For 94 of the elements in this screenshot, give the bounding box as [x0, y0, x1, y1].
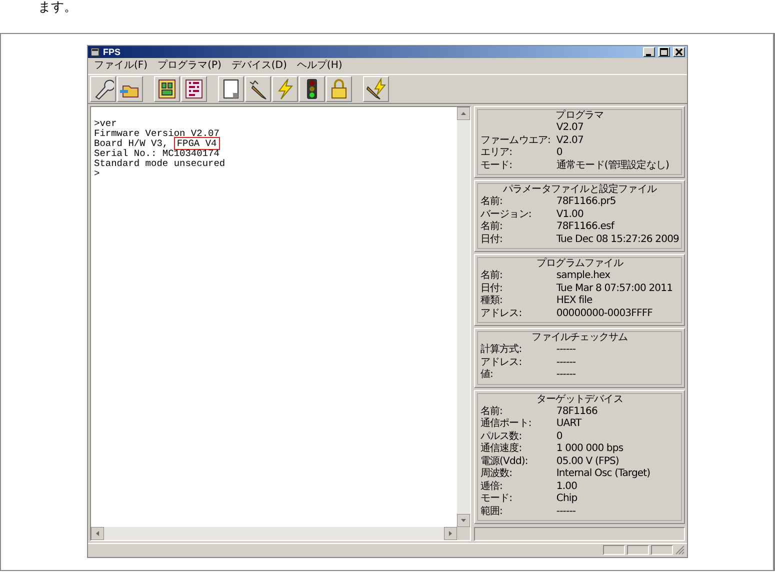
toolbar-button[interactable]	[154, 76, 180, 102]
toolbar-button[interactable]	[245, 76, 271, 102]
field-label: 種類:	[480, 295, 504, 308]
app-icon	[90, 47, 100, 57]
field-label: 名前:	[480, 406, 504, 418]
field-value: UART	[556, 418, 582, 430]
field-value: sample.hex	[556, 270, 610, 282]
field-label: パルス数:	[480, 430, 523, 442]
scroll-down-icon[interactable]	[457, 514, 470, 527]
highlighted-text: FPGA V4	[174, 137, 220, 150]
field-label: 日付:	[480, 234, 504, 246]
binary-file-icon	[183, 78, 205, 100]
field-value: V2.07	[556, 122, 584, 134]
field-label: 電源(Vdd):	[480, 456, 529, 468]
field-value: Tue Dec 08 15:27:26 2009	[556, 234, 679, 246]
toolbar-button[interactable]	[218, 76, 244, 102]
field-label: アドレス:	[480, 356, 523, 369]
field-label: 日付:	[480, 282, 504, 294]
toolbar-button[interactable]	[326, 76, 352, 102]
field-label: バージョン:	[480, 208, 532, 221]
console-line: Board H/W V3,	[94, 138, 170, 149]
field-label: 通信ポート:	[480, 418, 532, 430]
field-label: 周波数:	[480, 468, 514, 480]
resize-grip-icon	[675, 545, 685, 555]
menu-item[interactable]: プログラマ(P)	[158, 59, 222, 73]
group-title: プログラマ	[554, 110, 605, 122]
console-line: >ver	[94, 118, 117, 129]
field-value: 05.00 V (FPS)	[556, 456, 619, 468]
toolbar-button[interactable]	[90, 76, 116, 102]
field-value: V2.07	[556, 134, 584, 147]
toolbar-button[interactable]	[363, 76, 389, 102]
field-value: 通常モード(管理設定なし)	[556, 160, 669, 172]
field-value: ------	[556, 369, 576, 382]
field-value: 1.00	[556, 480, 578, 493]
horizontal-scrollbar[interactable]	[91, 527, 458, 540]
maximize-button[interactable]	[658, 47, 670, 57]
minimize-button[interactable]	[643, 47, 655, 57]
menu-item[interactable]: デバイス(D)	[231, 59, 287, 73]
group-title: パラメータファイルと設定ファイル	[502, 184, 658, 196]
group-title: プログラムファイル	[535, 258, 624, 270]
field-value: ------	[556, 344, 576, 356]
console-line: Serial No.: MC10340174	[94, 148, 220, 159]
field-label: 名前:	[480, 196, 504, 208]
field-value: 78F1166.esf	[556, 221, 614, 234]
group-title: ターゲットデバイス	[535, 394, 624, 406]
scroll-right-icon[interactable]	[444, 527, 458, 540]
chip-icon	[156, 78, 178, 100]
field-label: アドレス:	[480, 308, 523, 320]
field-label: 逓倍:	[480, 480, 504, 493]
status-pane	[651, 545, 673, 555]
field-value: 00000000-0003FFFF	[556, 308, 653, 320]
field-value: 78F1166	[556, 406, 598, 418]
pencil-lightning-icon	[365, 78, 387, 100]
field-label: モード:	[480, 160, 514, 172]
console-line: Firmware Version V2.07	[94, 128, 220, 139]
field-value: 78F1166.pr5	[556, 196, 616, 208]
close-icon	[675, 48, 683, 56]
field-label: 名前:	[480, 221, 504, 234]
menu-item[interactable]: ヘルプ(H)	[296, 59, 342, 73]
status-pane	[603, 545, 625, 555]
field-value: V1.00	[556, 208, 584, 221]
pencil-icon	[247, 78, 269, 100]
intro-text: ます。	[37, 0, 78, 17]
field-label: 値:	[480, 369, 494, 382]
scroll-up-icon[interactable]	[457, 107, 470, 120]
field-label: モード:	[480, 493, 514, 506]
field-label: 名前:	[480, 270, 504, 282]
window-title: FPS	[103, 47, 121, 57]
field-value: Tue Mar 8 07:57:00 2011	[556, 282, 673, 295]
field-value: ------	[556, 506, 576, 518]
field-value: 0	[556, 147, 562, 160]
toolbar-button[interactable]	[299, 76, 325, 102]
maximize-icon	[660, 48, 668, 56]
group-title: ファイルチェックサム	[530, 332, 629, 344]
scroll-left-icon[interactable]	[91, 527, 104, 540]
console-line: >	[94, 168, 100, 179]
field-label: 計算方式:	[480, 344, 523, 356]
field-value: Chip	[556, 493, 578, 506]
field-label: エリア:	[480, 147, 514, 160]
toolbar-button[interactable]	[181, 76, 207, 102]
field-value: ------	[556, 356, 576, 369]
field-value: HEX file	[556, 295, 592, 308]
field-value: 0	[556, 430, 562, 443]
field-value: Internal Osc (Target)	[556, 468, 650, 480]
menu-item[interactable]: ファイル(F)	[94, 59, 148, 73]
status-pane	[627, 545, 649, 555]
field-label: 範囲:	[480, 506, 504, 518]
field-label: ファームウエア:	[480, 134, 552, 147]
field-value: 1 000 000 bps	[556, 443, 624, 456]
close-button[interactable]	[673, 47, 685, 57]
field-label: 通信速度:	[480, 443, 523, 456]
console-line: Standard mode unsecured	[94, 158, 226, 169]
vertical-scrollbar[interactable]	[457, 107, 470, 527]
toolbar-button[interactable]	[117, 76, 143, 102]
